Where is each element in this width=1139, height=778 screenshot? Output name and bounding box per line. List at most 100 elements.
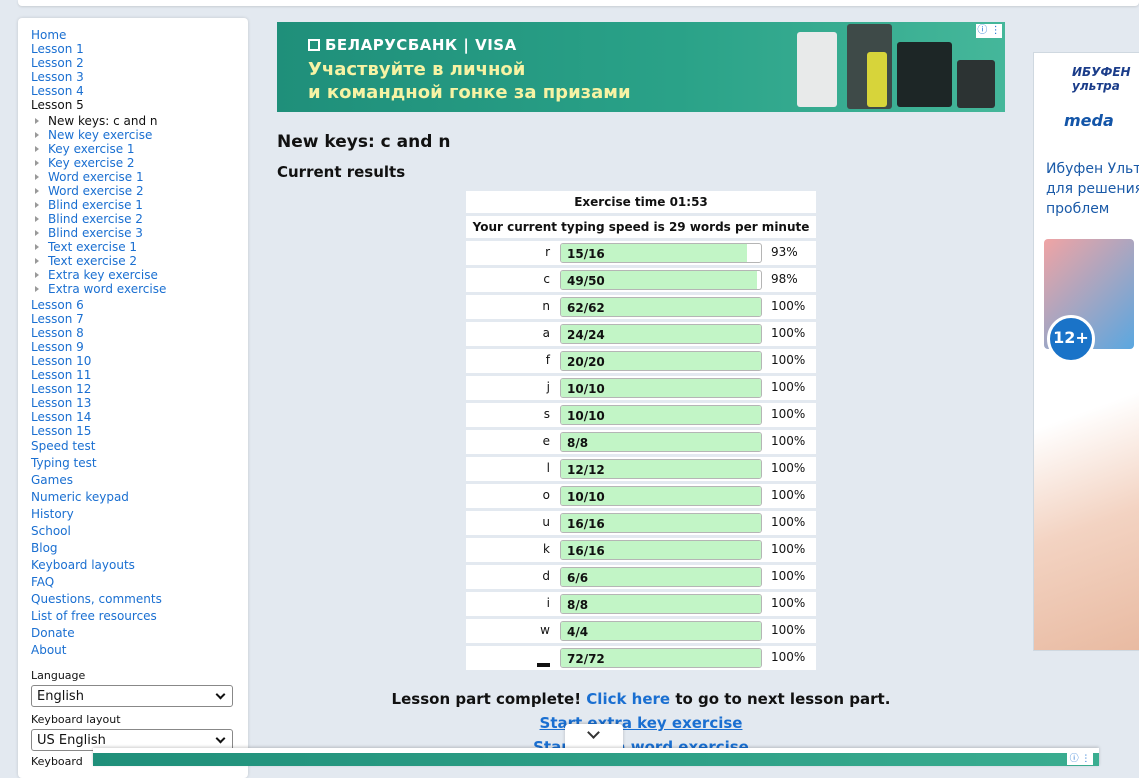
score-value: 6/6 [567,571,589,585]
lesson-complete-message: Lesson part complete! Click here to go t… [391,690,891,708]
next-lesson-link[interactable]: Click here [586,690,670,708]
extra-key-exercise-link[interactable]: Start extra key exercise [277,714,1005,732]
nav-lesson[interactable]: Lesson 10 [31,354,248,368]
key-label: j [546,380,550,394]
nav-link[interactable]: Donate [31,625,248,642]
ad-info-icon[interactable]: ⓘ ⋮ [1067,753,1093,765]
nav-lesson-current[interactable]: Lesson 5 [31,98,248,112]
submenu-item[interactable]: Blind exercise 3 [35,226,248,240]
submenu-item[interactable]: Extra key exercise [35,268,248,282]
top-banner-ad[interactable]: БЕЛАРУСБАНК | VISA Участвуйте в личной и… [277,22,1005,112]
nav-lesson[interactable]: Lesson 14 [31,410,248,424]
nav-lesson[interactable]: Lesson 3 [31,70,248,84]
language-select[interactable]: English [31,685,233,707]
submenu-item[interactable]: Word exercise 2 [35,184,248,198]
nav-link[interactable]: Games [31,472,248,489]
score-value: 10/10 [567,409,605,423]
nav-link[interactable]: About [31,642,248,659]
nav-link[interactable]: Speed test [31,438,248,455]
submenu-item-current[interactable]: New keys: c and n [35,114,248,128]
nav-link[interactable]: FAQ [31,574,248,591]
submenu-item-link[interactable]: Blind exercise 3 [48,226,143,240]
triangle-right-icon [35,174,39,180]
submenu-item-link[interactable]: Text exercise 1 [48,240,137,254]
submenu-item-link[interactable]: Word exercise 1 [48,170,144,184]
nav-link[interactable]: Numeric keypad [31,489,248,506]
section-title: Current results [277,163,406,181]
submenu-item-link[interactable]: Blind exercise 1 [48,198,143,212]
submenu-item-link[interactable]: Word exercise 2 [48,184,144,198]
submenu-item[interactable]: Key exercise 2 [35,156,248,170]
ad-info-icon[interactable]: ⓘ ⋮ [976,24,1002,38]
submenu-item-link[interactable]: Extra word exercise [48,282,166,296]
progress-bar: 10/10 [560,405,762,425]
triangle-right-icon [35,272,39,278]
submenu-item-link[interactable]: Text exercise 2 [48,254,137,268]
result-row: f 20/20 100% [466,349,816,373]
progress-bar: 6/6 [560,567,762,587]
ad-logo: ИБУФЕН ультра [1072,65,1131,93]
key-label: c [543,272,550,286]
accuracy-percent: 100% [771,515,806,529]
nav-lesson[interactable]: Lesson 12 [31,382,248,396]
submenu-item-link[interactable]: New key exercise [48,128,152,142]
progress-fill [561,568,761,586]
ad-logo: meda [1064,111,1114,130]
score-value: 10/10 [567,490,605,504]
submenu-item[interactable]: Key exercise 1 [35,142,248,156]
nav-lesson[interactable]: Lesson 2 [31,56,248,70]
nav-link[interactable]: List of free resources [31,608,248,625]
ad-headline-2: и командной гонке за призами [308,82,631,103]
progress-bar: 10/10 [560,378,762,398]
nav-home[interactable]: Home [31,28,248,42]
nav-lesson[interactable]: Lesson 6 [31,298,248,312]
nav-lesson[interactable]: Lesson 9 [31,340,248,354]
submenu-item[interactable]: Blind exercise 2 [35,212,248,226]
nav-lesson[interactable]: Lesson 4 [31,84,248,98]
nav-lesson[interactable]: Lesson 7 [31,312,248,326]
score-value: 16/16 [567,544,605,558]
key-label: d [542,569,550,583]
nav-lesson[interactable]: Lesson 1 [31,42,248,56]
side-banner-ad[interactable]: ИБУФЕН ультра meda Ибуфен Ультра для реш… [1033,52,1139,651]
chevron-down-icon [587,726,600,739]
result-row: o 10/10 100% [466,484,816,508]
nav-link[interactable]: Keyboard layouts [31,557,248,574]
nav-lesson[interactable]: Lesson 8 [31,326,248,340]
submenu-item[interactable]: Blind exercise 1 [35,198,248,212]
score-value: 15/16 [567,247,605,261]
nav-link[interactable]: Questions, comments [31,591,248,608]
submenu-item[interactable]: Word exercise 1 [35,170,248,184]
submenu-item-link[interactable]: Key exercise 1 [48,142,135,156]
ad-banner-strip [93,753,1099,766]
nav-lesson[interactable]: Lesson 11 [31,368,248,382]
result-row: k 16/16 100% [466,538,816,562]
nav-lesson[interactable]: Lesson 13 [31,396,248,410]
nav-lesson[interactable]: Lesson 15 [31,424,248,438]
submenu-item[interactable]: Text exercise 1 [35,240,248,254]
results-table: Exercise time 01:53 Your current typing … [466,191,816,673]
sidebar: Home Lesson 1 Lesson 2 Lesson 3 Lesson 4 Le… [18,18,248,778]
page-title: New keys: c and n [277,132,451,152]
nav-link[interactable]: History [31,506,248,523]
submenu-item-link[interactable]: Key exercise 2 [48,156,135,170]
ad-product-image [867,52,887,107]
submenu-item[interactable]: Extra word exercise [35,282,248,296]
nav-link[interactable]: Blog [31,540,248,557]
submenu-item-link[interactable]: Blind exercise 2 [48,212,143,226]
bottom-overlay-ad[interactable]: ⓘ ⋮ [93,748,1099,766]
ad-photo [1034,363,1139,650]
nav-link[interactable]: School [31,523,248,540]
score-value: 24/24 [567,328,605,342]
submenu-item[interactable]: Text exercise 2 [35,254,248,268]
score-value: 62/62 [567,301,605,315]
key-label: k [543,542,550,556]
submenu-item[interactable]: New key exercise [35,128,248,142]
accuracy-percent: 100% [771,596,806,610]
ad-product-image [897,42,952,107]
ad-product-image [957,60,995,108]
typing-speed: Your current typing speed is 29 words pe… [466,216,816,238]
key-label: a [542,326,550,340]
submenu-item-link[interactable]: Extra key exercise [48,268,158,282]
nav-link[interactable]: Typing test [31,455,248,472]
